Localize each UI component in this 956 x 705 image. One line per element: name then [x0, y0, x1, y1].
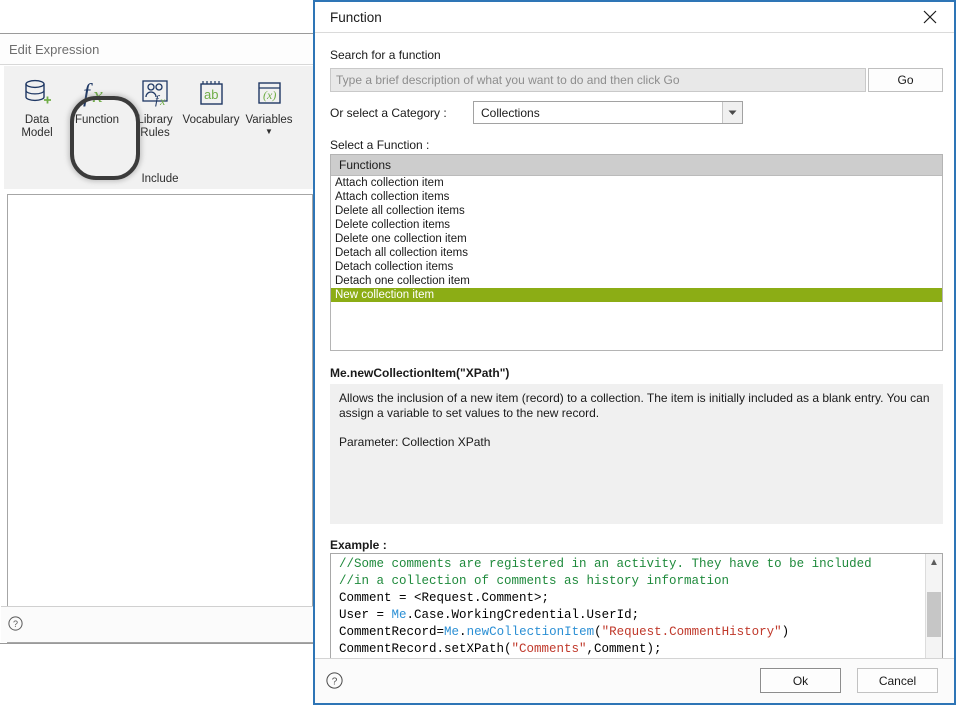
ribbon-label-model: Model: [10, 127, 64, 140]
edit-expression-statusbar: ?: [1, 606, 317, 642]
example-label: Example :: [330, 538, 387, 552]
code-vscroll-thumb[interactable]: [927, 592, 941, 637]
go-button[interactable]: Go: [868, 68, 943, 92]
svg-text:ab: ab: [204, 87, 218, 102]
search-label: Search for a function: [330, 48, 441, 62]
svg-text:?: ?: [13, 619, 18, 629]
help-circle-icon[interactable]: ?: [326, 672, 343, 692]
chevron-down-icon[interactable]: [722, 102, 742, 123]
function-list-rows: Attach collection itemAttach collection …: [331, 176, 942, 302]
dialog-body: Search for a function Go Or select a Cat…: [315, 33, 954, 658]
vocabulary-ab-icon: ab: [180, 72, 242, 114]
code-line: CommentRecord=Me.newCollectionItem("Requ…: [339, 624, 925, 641]
code-line: //Some comments are registered in an act…: [339, 556, 925, 573]
help-circle-icon[interactable]: ?: [8, 616, 23, 634]
ribbon-group-label: Include: [4, 173, 316, 185]
ribbon-button-vocabulary[interactable]: ab Vocabulary: [180, 72, 242, 127]
ribbon-label-rules: Rules: [128, 127, 182, 140]
edit-expression-window: Edit Expression Data Model f x: [0, 33, 319, 644]
function-list-item[interactable]: Delete collection items: [331, 218, 942, 232]
example-code-text[interactable]: //Some comments are registered in an act…: [331, 554, 925, 670]
ribbon-label-data: Data: [10, 114, 64, 127]
library-rules-icon: f x: [128, 72, 182, 114]
function-dialog: Function Search for a function Go Or sel…: [313, 0, 956, 705]
function-list-item[interactable]: Detach one collection item: [331, 274, 942, 288]
cancel-button[interactable]: Cancel: [857, 668, 938, 693]
code-line: Comment = <Request.Comment>;: [339, 590, 925, 607]
code-line: //in a collection of comments as history…: [339, 573, 925, 590]
function-parameter-text: Parameter: Collection XPath: [339, 435, 934, 450]
function-list-item[interactable]: Delete all collection items: [331, 204, 942, 218]
svg-text:f: f: [83, 80, 93, 107]
category-label: Or select a Category :: [330, 106, 447, 120]
ribbon-button-library-rules[interactable]: f x Library Rules: [128, 72, 182, 140]
svg-text:x: x: [159, 94, 166, 108]
function-list-item[interactable]: Attach collection item: [331, 176, 942, 190]
database-plus-icon: [10, 72, 64, 114]
function-list-column-header: Functions: [331, 155, 942, 176]
variables-x-icon: (x): [240, 72, 298, 114]
ribbon-label-vocabulary: Vocabulary: [180, 114, 242, 127]
svg-text:x: x: [92, 82, 103, 107]
function-description-box: Allows the inclusion of a new item (reco…: [330, 384, 943, 524]
dialog-footer: ? Ok Cancel: [315, 658, 954, 703]
chevron-up-icon[interactable]: ▲: [926, 554, 942, 571]
chevron-down-icon[interactable]: ▼: [240, 127, 298, 136]
code-line: CommentRecord.setXPath("Comments",Commen…: [339, 641, 925, 658]
category-dropdown[interactable]: Collections: [473, 101, 743, 124]
svg-text:?: ?: [332, 676, 338, 687]
code-line: User = Me.Case.WorkingCredential.UserId;: [339, 607, 925, 624]
function-list-item[interactable]: New collection item: [331, 288, 942, 302]
function-signature: Me.newCollectionItem("XPath"): [330, 366, 509, 380]
select-function-label: Select a Function :: [330, 138, 429, 152]
ribbon-button-variables[interactable]: (x) Variables ▼: [240, 72, 298, 136]
category-selected-value: Collections: [481, 106, 540, 120]
ribbon-button-data-model[interactable]: Data Model: [10, 72, 64, 140]
function-list-item[interactable]: Detach all collection items: [331, 246, 942, 260]
edit-expression-titlebar: Edit Expression: [0, 34, 318, 65]
function-list-item[interactable]: Attach collection items: [331, 190, 942, 204]
function-description-text: Allows the inclusion of a new item (reco…: [339, 391, 934, 421]
edit-expression-title: Edit Expression: [9, 42, 99, 57]
ribbon-label-library: Library: [128, 114, 182, 127]
ok-button[interactable]: Ok: [760, 668, 841, 693]
function-list-item[interactable]: Delete one collection item: [331, 232, 942, 246]
ribbon-toolbar: Data Model f x Function f x: [4, 66, 316, 189]
svg-text:(x): (x): [263, 88, 276, 102]
ribbon-label-variables: Variables: [240, 114, 298, 127]
ribbon-label-function: Function: [70, 114, 124, 127]
fx-icon: f x: [70, 72, 124, 114]
close-icon[interactable]: [909, 4, 951, 30]
code-vertical-scrollbar[interactable]: ▲ ▼: [925, 554, 942, 670]
dialog-title: Function: [330, 10, 382, 25]
function-listbox[interactable]: Functions Attach collection itemAttach c…: [330, 154, 943, 351]
function-list-item[interactable]: Detach collection items: [331, 260, 942, 274]
dialog-titlebar: Function: [315, 2, 954, 33]
ribbon-button-function[interactable]: f x Function: [70, 72, 124, 127]
search-input[interactable]: [330, 68, 866, 92]
expression-editor-textarea[interactable]: [7, 194, 313, 643]
